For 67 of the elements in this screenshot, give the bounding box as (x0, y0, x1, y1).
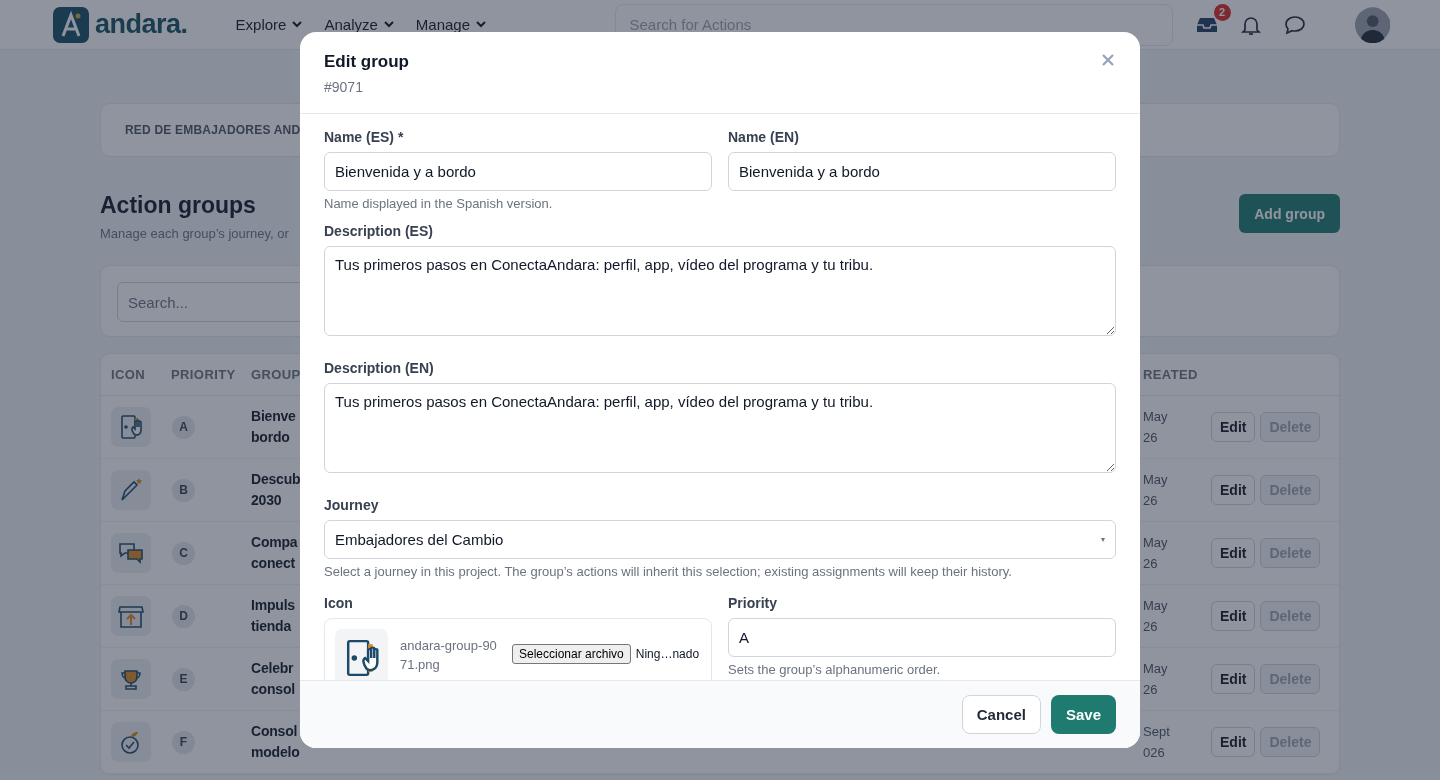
cancel-button[interactable]: Cancel (961, 695, 1041, 734)
text-area[interactable]: Tus primeros pasos en ConectaAndara: perfil, app, vídeo del programa y tu tribu. (324, 246, 1116, 336)
group-id: #9071 (324, 79, 364, 95)
field-label: Journey (324, 497, 380, 513)
page-subtitle: Manage each group’s journey, or (100, 226, 289, 241)
close-icon[interactable] (1102, 54, 1114, 66)
edit-button[interactable]: Edit (1211, 727, 1256, 757)
column-header: ICON (111, 367, 146, 382)
group-name: Compa conect (251, 533, 298, 573)
priority-badge: B (172, 478, 195, 502)
priority-badge: C (172, 541, 195, 565)
created-date: May 26 (1143, 597, 1168, 636)
notification-badge: 2 (1213, 3, 1231, 21)
breadcrumb: RED DE EMBAJADORES AND (125, 123, 301, 137)
field-label: Priority (728, 595, 778, 611)
nav-menu[interactable]: Manage (415, 16, 487, 33)
edit-button[interactable]: Edit (1211, 475, 1256, 505)
edit-button[interactable]: Edit (1211, 412, 1256, 442)
save-button[interactable]: Save (1050, 695, 1116, 734)
field-label: Description (EN) (324, 360, 435, 376)
group-name: Descub 2030 (251, 470, 301, 510)
input-field[interactable]: A (728, 618, 1116, 657)
journey-select[interactable]: Embajadores del Cambio (324, 520, 1116, 559)
field-label: Icon (324, 595, 354, 611)
priority-badge: F (172, 730, 195, 754)
nav-menu[interactable]: Explore (235, 16, 303, 33)
input-field[interactable]: Bienvenida y a bordo (728, 152, 1116, 191)
logo-icon (53, 6, 89, 43)
page-title: Action groups (100, 192, 257, 219)
column-header: PRIORITY (171, 367, 236, 382)
field-hint: Sets the group’s alphanumeric order. (728, 662, 942, 677)
priority-badge: A (172, 415, 195, 439)
chevron-down-icon (292, 21, 303, 28)
group-name: Impuls tienda (251, 596, 295, 636)
caret-icon (1101, 537, 1105, 542)
priority-badge: D (172, 604, 195, 628)
field-hint: Name displayed in the Spanish version. (324, 196, 554, 211)
file-status: Ning…nado (635, 647, 700, 661)
edit-button[interactable]: Edit (1211, 538, 1256, 568)
nav-menu[interactable]: Analyze (324, 16, 394, 33)
input-field[interactable]: Bienvenida y a bordo (324, 152, 712, 191)
group-name: Bienve bordo (251, 407, 296, 447)
created-date: May 26 (1143, 534, 1168, 573)
edit-button[interactable]: Edit (1211, 601, 1256, 631)
field-label: Name (EN) (728, 129, 800, 145)
created-date: Sept 026 (1143, 723, 1170, 762)
created-date: May 26 (1143, 660, 1168, 699)
avatar[interactable] (1354, 6, 1390, 43)
chevron-down-icon (383, 21, 394, 28)
column-header: REATED (1143, 367, 1198, 382)
field-label: Description (ES) (324, 223, 434, 239)
group-name: Celebr consol (251, 659, 295, 699)
column-header: GROUP (251, 367, 301, 382)
field-label: Name (ES) * (324, 129, 405, 145)
priority-badge: E (172, 667, 195, 691)
add-group-button[interactable]: Add group (1239, 194, 1340, 233)
choose-file-button[interactable]: Seleccionar archivo (512, 644, 631, 664)
logo-text: andara. (95, 9, 188, 40)
chevron-down-icon (476, 21, 487, 28)
field-hint: Select a journey in this project. The group’s actions will inherit this selection; existing assignments will keep their history. (324, 564, 1013, 579)
text-area[interactable]: Tus primeros pasos en ConectaAndara: perfil, app, vídeo del programa y tu tribu. (324, 383, 1116, 473)
modal-title: Edit group (324, 52, 409, 72)
created-date: May 26 (1143, 408, 1168, 447)
created-date: May 26 (1143, 471, 1168, 510)
edit-button[interactable]: Edit (1211, 664, 1256, 694)
group-name: Consol modelo (251, 722, 300, 762)
file-name: andara-group-90 71.png (400, 637, 498, 674)
